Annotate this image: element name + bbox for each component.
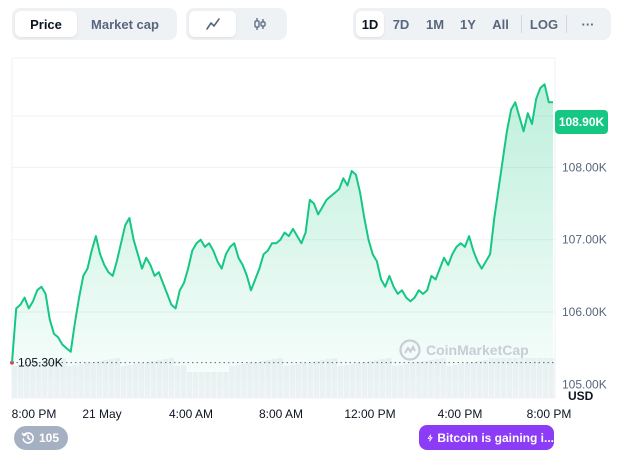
news-badge[interactable]: Bitcoin is gaining i... <box>419 425 554 450</box>
x-tick-label: 12:00 PM <box>344 407 395 421</box>
x-tick-label: 8:00 PM <box>527 407 572 421</box>
news-text: Bitcoin is gaining i... <box>437 430 554 445</box>
y-tick-label: 106.00K <box>562 305 607 319</box>
coinmarketcap-logo-icon <box>399 339 421 361</box>
history-icon <box>21 432 34 444</box>
x-tick-label: 21 May <box>82 407 121 421</box>
lightning-icon <box>427 433 433 442</box>
coinmarketcap-watermark: CoinMarketCap <box>399 339 529 361</box>
price-chart[interactable]: 105.00K106.00K107.00K108.00K8:00 PM 21 Ma… <box>0 0 619 460</box>
history-count: 105 <box>39 431 60 445</box>
open-price-label: 105.30K <box>18 356 63 370</box>
x-tick-label: 4:00 AM <box>169 407 213 421</box>
x-tick-label: 8:00 AM <box>259 407 303 421</box>
y-tick-label: 108.00K <box>562 160 607 174</box>
y-tick-label: 107.00K <box>562 233 607 247</box>
current-price-tag: 108.90K <box>555 110 608 134</box>
history-badge[interactable]: 105 <box>14 426 69 450</box>
watermark-text: CoinMarketCap <box>426 342 529 358</box>
x-tick-label: 4:00 PM <box>438 407 483 421</box>
x-tick-label: 8:00 PM <box>12 407 57 421</box>
currency-label: USD <box>568 389 594 403</box>
